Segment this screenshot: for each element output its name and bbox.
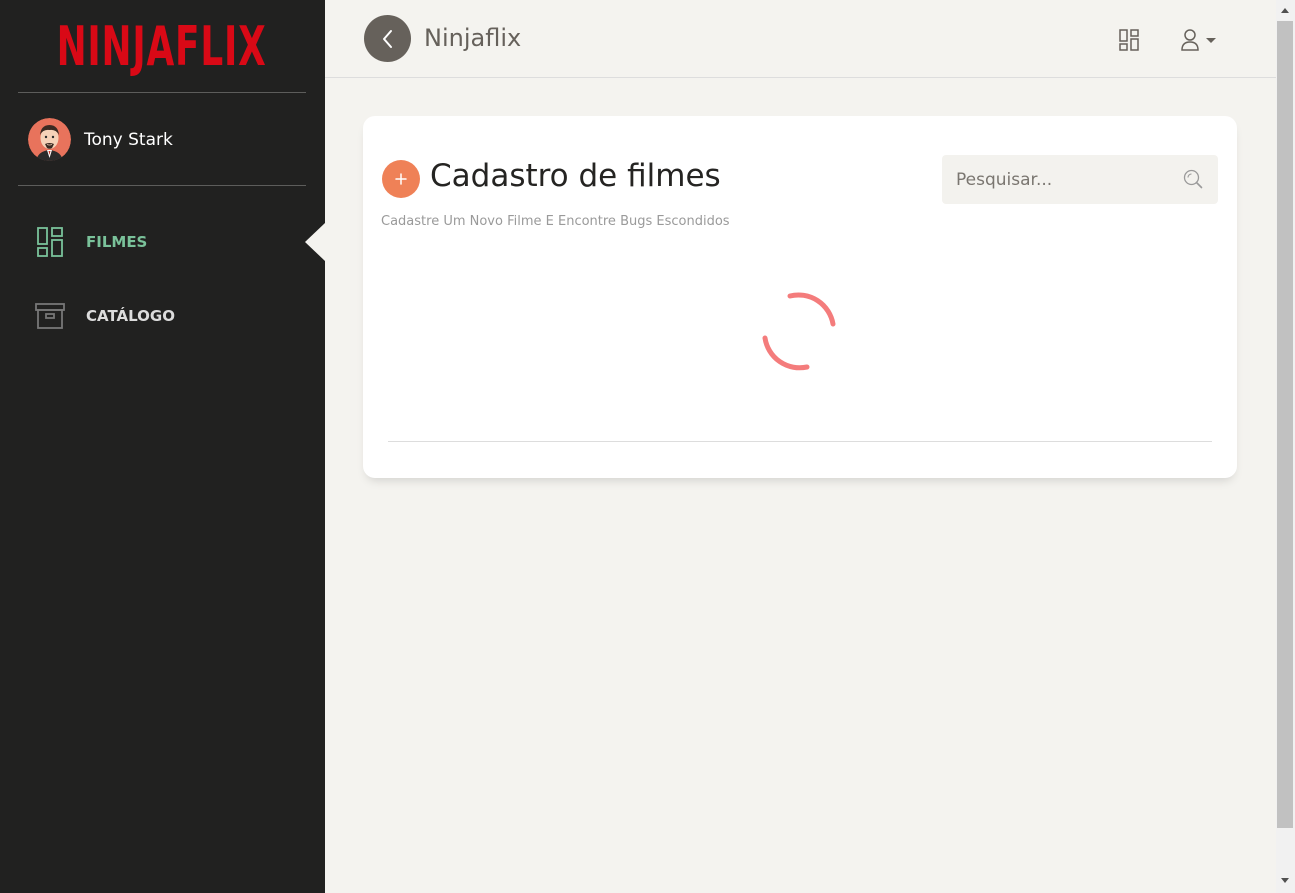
active-indicator — [305, 223, 325, 261]
add-movie-button[interactable] — [382, 160, 420, 198]
sidebar-item-catalogo[interactable]: CATÁLOGO — [0, 292, 325, 340]
back-button[interactable] — [364, 15, 411, 62]
top-navbar: Ninjaflix — [325, 0, 1276, 78]
navbar-brand[interactable]: Ninjaflix — [424, 24, 521, 52]
chevron-left-icon — [382, 29, 392, 48]
sidebar-item-label: CATÁLOGO — [86, 307, 175, 325]
user-name: Tony Stark — [84, 129, 173, 150]
vertical-scrollbar[interactable] — [1276, 0, 1295, 893]
scroll-up-arrow-icon[interactable] — [1281, 8, 1289, 13]
search-icon[interactable] — [1183, 169, 1203, 189]
sidebar: NINJAFLIX Tony Stark FILMES CATÁLOGO — [0, 0, 325, 893]
scrollbar-thumb[interactable] — [1277, 21, 1293, 828]
user-menu-dropdown[interactable] — [1180, 27, 1220, 53]
user-profile[interactable]: Tony Stark — [18, 94, 306, 186]
logo[interactable]: NINJAFLIX — [18, 0, 306, 93]
avatar — [28, 118, 71, 161]
sidebar-item-filmes[interactable]: FILMES — [0, 218, 325, 266]
page-title: Cadastro de filmes — [430, 158, 721, 194]
search-box — [942, 155, 1218, 204]
logo-text: NINJAFLIX — [57, 14, 267, 78]
page-subtitle: Cadastre Um Novo Filme E Encontre Bugs E… — [381, 214, 730, 229]
user-icon — [1181, 29, 1199, 51]
caret-down-icon — [1206, 38, 1216, 43]
scroll-down-arrow-icon[interactable] — [1281, 878, 1289, 883]
archive-box-icon — [35, 303, 65, 329]
dashboard-grid-icon[interactable] — [1119, 29, 1139, 51]
loading-spinner — [762, 292, 836, 371]
dashboard-grid-icon — [37, 227, 63, 257]
plus-icon — [395, 173, 407, 185]
search-input[interactable] — [942, 155, 1172, 204]
sidebar-item-label: FILMES — [86, 233, 148, 251]
movies-card: Cadastro de filmes Cadastre Um Novo Film… — [363, 116, 1237, 478]
card-divider — [388, 441, 1212, 442]
